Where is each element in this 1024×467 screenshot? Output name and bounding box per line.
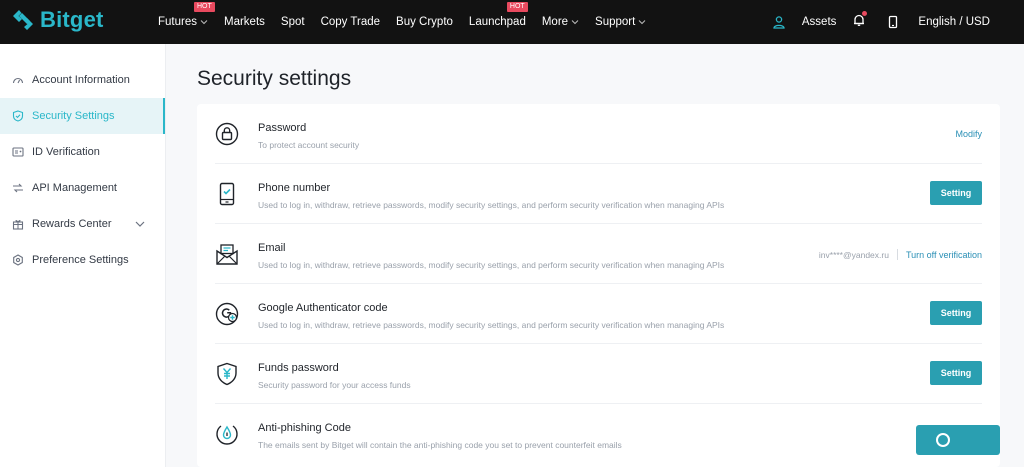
row-title: Google Authenticator code (258, 302, 388, 314)
sidebar-item-id-verification[interactable]: ID Verification (0, 134, 165, 170)
nav-spot[interactable]: Spot (281, 16, 305, 28)
google-auth-setting-button[interactable]: Setting (930, 301, 982, 325)
user-icon[interactable] (772, 15, 786, 29)
id-card-icon (12, 147, 24, 157)
nav-futures[interactable]: HOT Futures (158, 2, 215, 28)
sidebar-item-label: ID Verification (32, 146, 100, 158)
gift-icon (12, 219, 24, 230)
nav-label: Futures (158, 16, 197, 28)
row-description: Used to log in, withdraw, retrieve passw… (258, 200, 725, 210)
sidebar-item-label: API Management (32, 182, 117, 194)
anti-phishing-icon (216, 425, 238, 445)
bitget-logo[interactable]: Bitget (10, 7, 104, 33)
language-currency-selector[interactable]: English / USD (918, 16, 990, 28)
nav-label: Copy Trade (320, 16, 381, 28)
phone-icon[interactable] (886, 15, 900, 29)
chevron-down-icon (638, 20, 646, 25)
security-row-google-authenticator: Google Authenticator code Used to log in… (215, 284, 982, 344)
google-auth-icon (215, 302, 239, 326)
sidebar-item-rewards-center[interactable]: Rewards Center (0, 206, 165, 242)
nav-markets[interactable]: Markets (224, 16, 265, 28)
row-title: Password (258, 122, 307, 134)
hot-badge: HOT (194, 2, 215, 12)
shield-icon (12, 110, 24, 122)
sidebar-item-security-settings[interactable]: Security Settings (0, 98, 165, 134)
nav-label: Spot (280, 16, 305, 28)
masked-email: inv****@yandex.ru (818, 249, 889, 260)
nav-copy-trade[interactable]: Copy Trade (321, 16, 380, 28)
phone-setting-button[interactable]: Setting (930, 181, 982, 205)
gauge-icon (12, 77, 24, 84)
row-description: Used to log in, withdraw, retrieve passw… (258, 320, 725, 330)
sidebar-item-label: Rewards Center (32, 218, 112, 230)
page-title: Security settings (197, 67, 352, 90)
lock-icon (215, 122, 239, 146)
help-chat-button[interactable] (916, 425, 1000, 455)
row-title: Email (258, 242, 286, 254)
sidebar-item-account-information[interactable]: Account Information (0, 62, 165, 98)
chat-bubble-icon (936, 433, 950, 447)
main-nav: HOT Futures Markets Spot Copy Trade Buy … (158, 0, 662, 44)
funds-password-setting-button[interactable]: Setting (930, 361, 982, 385)
nav-label: Support (595, 16, 636, 28)
row-title: Funds password (258, 362, 339, 374)
settings-icon (13, 254, 23, 266)
turn-off-verification-link[interactable]: Turn off verification (906, 250, 982, 260)
row-description: The emails sent by Bitget will contain t… (258, 440, 622, 450)
yen-shield-icon (217, 362, 237, 386)
row-description: To protect account security (258, 140, 360, 150)
row-title: Phone number (258, 182, 331, 194)
divider (896, 249, 898, 260)
top-navigation-bar: Bitget HOT Futures Markets Spot Copy Tra… (0, 0, 1024, 44)
nav-support[interactable]: Support (595, 16, 646, 28)
phone-check-icon (219, 182, 235, 206)
sidebar-item-api-management[interactable]: API Management (0, 170, 165, 206)
chevron-down-icon (200, 20, 208, 25)
nav-label: Buy Crypto (396, 16, 453, 28)
nav-label: More (541, 16, 569, 28)
hot-badge: HOT (506, 2, 528, 12)
notification-dot (862, 10, 868, 16)
bitget-logo-icon (13, 10, 33, 30)
sidebar-item-label: Account Information (32, 74, 130, 86)
security-row-funds-password: Funds password Security password for you… (215, 344, 982, 404)
nav-label: Markets (224, 16, 265, 28)
row-description: Used to log in, withdraw, retrieve passw… (258, 260, 725, 270)
nav-launchpad[interactable]: HOT Launchpad (468, 2, 528, 28)
brand-name: Bitget (40, 7, 104, 32)
security-settings-card: Password To protect account security Mod… (197, 104, 1000, 467)
nav-more[interactable]: More (542, 16, 579, 28)
row-description: Security password for your access funds (258, 380, 411, 390)
row-title: Anti-phishing Code (258, 422, 351, 434)
nav-buy-crypto[interactable]: Buy Crypto (396, 16, 453, 28)
sidebar: Account Information Security Settings ID… (0, 44, 166, 467)
api-icon (13, 183, 23, 193)
nav-right: Assets English / USD (772, 0, 990, 44)
security-row-email: Email Used to log in, withdraw, retrieve… (215, 224, 982, 284)
assets-link[interactable]: Assets (802, 16, 837, 28)
sidebar-item-label: Preference Settings (32, 254, 129, 266)
email-icon (216, 244, 238, 265)
sidebar-item-label: Security Settings (32, 110, 115, 122)
nav-label: Launchpad (468, 16, 526, 28)
modify-password-link[interactable]: Modify (955, 129, 982, 139)
chevron-down-icon[interactable] (135, 220, 145, 228)
security-row-password: Password To protect account security Mod… (215, 104, 982, 164)
security-row-anti-phishing: Anti-phishing Code The emails sent by Bi… (215, 404, 1000, 464)
notifications[interactable] (852, 10, 868, 32)
chevron-down-icon (571, 20, 579, 25)
security-row-phone: Phone number Used to log in, withdraw, r… (215, 164, 982, 224)
sidebar-item-preference-settings[interactable]: Preference Settings (0, 242, 165, 278)
